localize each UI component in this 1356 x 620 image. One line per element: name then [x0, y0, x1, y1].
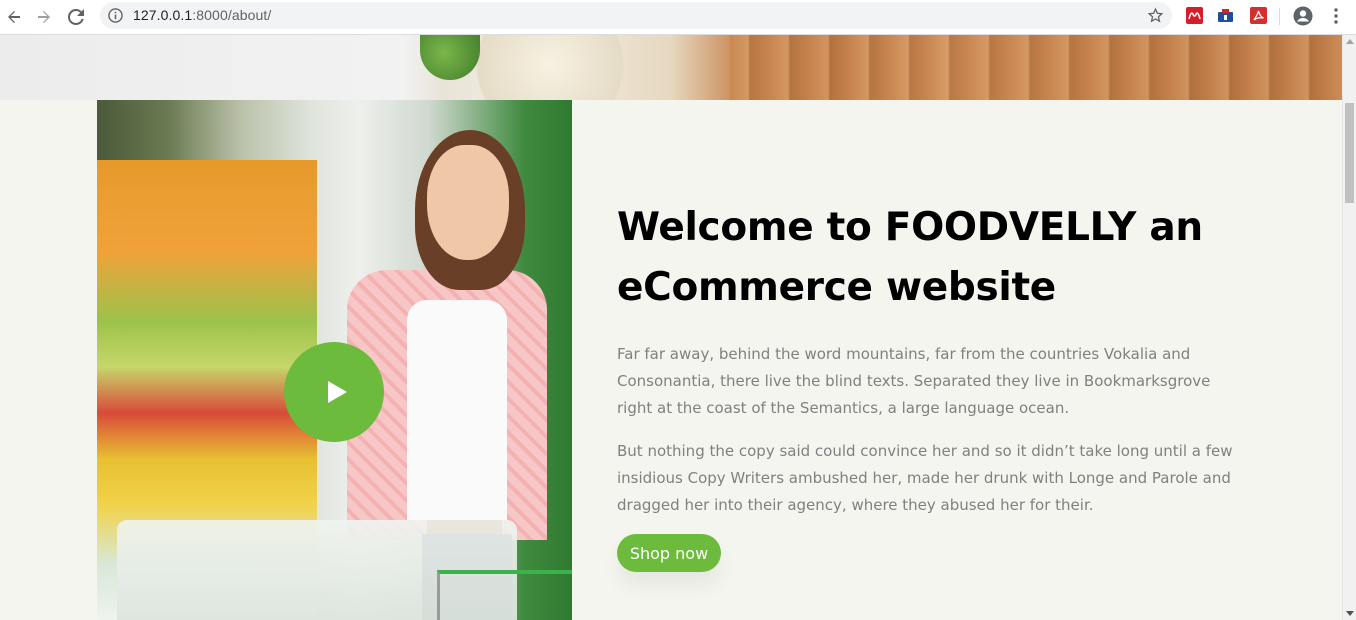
reload-icon — [68, 9, 84, 25]
mendeley-icon[interactable] — [1186, 7, 1203, 24]
more-vertical-icon — [1334, 8, 1338, 24]
onetab-glyph-icon — [1218, 9, 1233, 22]
hero-banner-image — [0, 35, 1342, 100]
browser-toolbar: 127.0.0.1:8000/about/ — [0, 0, 1356, 35]
onetab-icon[interactable] — [1217, 7, 1234, 24]
profile-button[interactable] — [1293, 6, 1313, 26]
info-icon[interactable] — [108, 8, 123, 23]
cauliflower-shape — [455, 35, 645, 100]
address-bar[interactable]: 127.0.0.1:8000/about/ — [100, 2, 1172, 29]
mendeley-glyph-icon — [1188, 12, 1201, 20]
acrobat-glyph-icon — [1253, 10, 1264, 21]
face-shape — [427, 145, 509, 260]
shop-now-button[interactable]: Shop now — [617, 534, 721, 572]
url-text[interactable]: 127.0.0.1:8000/about/ — [133, 7, 271, 23]
back-button[interactable] — [4, 7, 24, 27]
arrow-right-icon — [38, 11, 50, 23]
scroll-down-arrow-icon[interactable] — [1346, 611, 1354, 616]
about-paragraph-1: Far far away, behind the word mountains,… — [617, 345, 1211, 417]
bookmark-star-icon[interactable] — [1147, 7, 1164, 24]
vertical-scrollbar[interactable] — [1342, 35, 1356, 620]
reload-button[interactable] — [66, 7, 86, 27]
menu-button[interactable] — [1326, 6, 1346, 26]
about-paragraph-2: But nothing the copy said could convince… — [617, 442, 1233, 514]
scroll-up-arrow-icon[interactable] — [1346, 39, 1354, 44]
cart-shape — [437, 570, 572, 620]
about-title: Welcome to FOODVELLY an eCommerce websit… — [617, 205, 1203, 310]
scrollbar-thumb[interactable] — [1345, 103, 1354, 203]
page-viewport — [0, 35, 1342, 620]
play-video-button[interactable] — [284, 342, 384, 442]
play-icon — [327, 381, 347, 403]
about-photo — [97, 100, 572, 620]
top-shape — [407, 300, 507, 520]
adobe-acrobat-icon[interactable] — [1250, 7, 1267, 24]
arrow-left-icon — [8, 11, 20, 23]
toolbar-divider — [1279, 8, 1280, 25]
wooden-crate-shape — [730, 35, 1342, 100]
url-path: :8000/about/ — [192, 7, 272, 23]
url-host: 127.0.0.1 — [133, 7, 193, 23]
forward-button[interactable] — [34, 7, 54, 27]
account-circle-icon — [1293, 6, 1313, 26]
